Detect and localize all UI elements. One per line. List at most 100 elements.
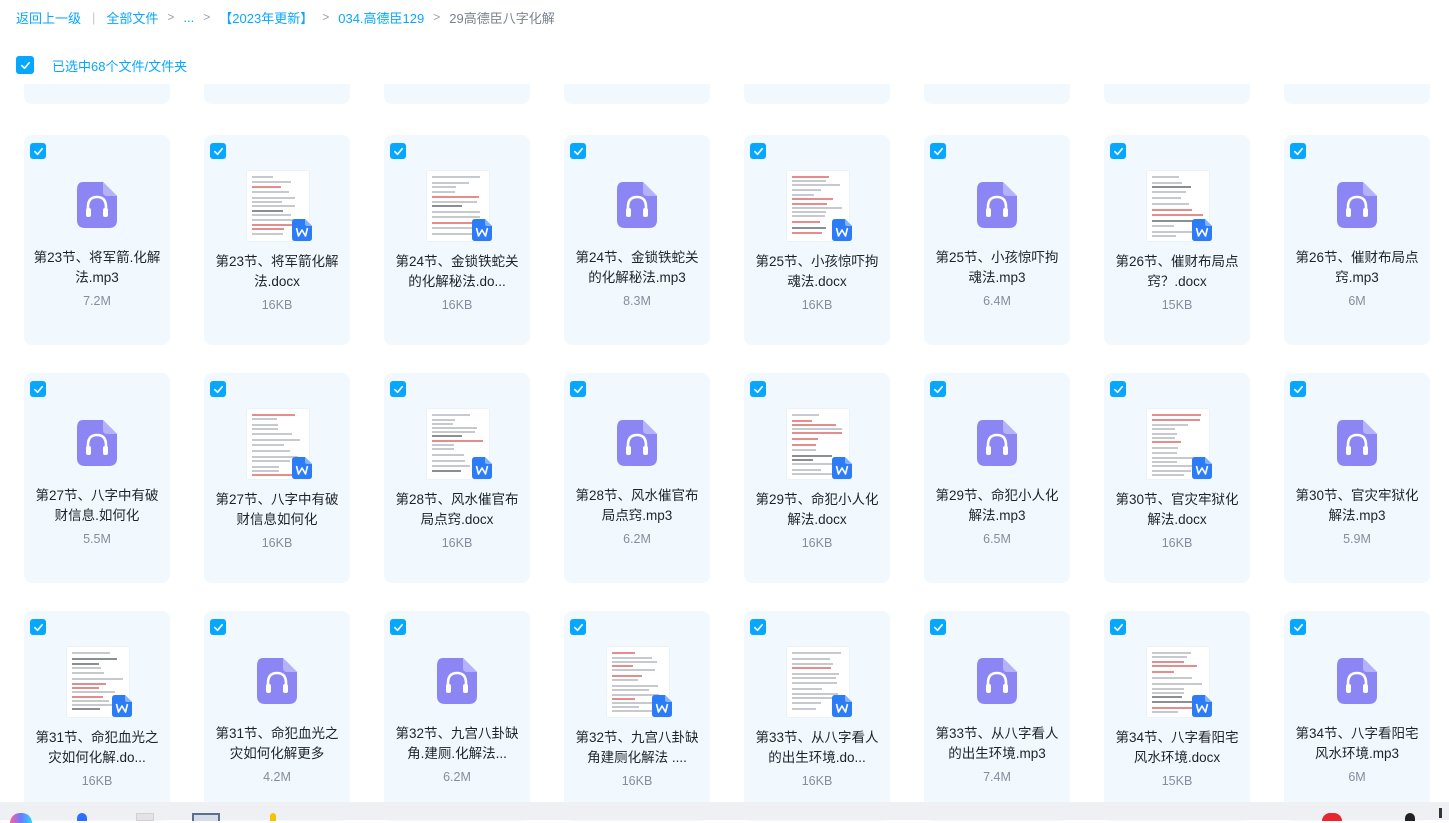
file-name[interactable]: 第34节、八字看阳宅风水环境.mp3 (1292, 724, 1422, 764)
file-card-partial[interactable] (384, 84, 530, 104)
breadcrumb-folder-2023[interactable]: 【2023年更新】 (219, 8, 313, 27)
copilot-icon[interactable] (10, 813, 32, 823)
file-checkbox[interactable] (570, 381, 586, 397)
file-card[interactable]: 第28节、风水催官布局点窍.mp3 6.2M (564, 373, 710, 583)
back-link[interactable]: 返回上一级 (16, 8, 81, 27)
file-checkbox[interactable] (930, 619, 946, 635)
file-name[interactable]: 第24节、金锁铁蛇关的化解秘法.do... (392, 252, 522, 292)
preview-line (252, 466, 279, 468)
file-card[interactable]: 第25节、小孩惊吓拘魂法.docx 16KB (744, 135, 890, 345)
breadcrumb-all-files[interactable]: 全部文件 (106, 8, 158, 27)
file-checkbox[interactable] (30, 143, 46, 159)
file-name[interactable]: 第23节、将军箭.化解法.mp3 (32, 248, 162, 288)
file-checkbox[interactable] (210, 143, 226, 159)
file-card[interactable]: 第29节、命犯小人化解法.docx 16KB (744, 373, 890, 583)
file-name[interactable]: 第29节、命犯小人化解法.mp3 (932, 486, 1062, 526)
preview-line (612, 661, 657, 663)
file-card[interactable]: 第32节、九宫八卦缺角建厕化解法 .... 16KB (564, 611, 710, 821)
file-name[interactable]: 第26节、催财布局点窍.mp3 (1292, 248, 1422, 288)
file-card[interactable]: 第33节、从八字看人的出生环境.mp3 7.4M (924, 611, 1070, 821)
file-card-partial[interactable] (1104, 84, 1250, 104)
file-checkbox[interactable] (1290, 381, 1306, 397)
file-card-partial[interactable] (24, 84, 170, 104)
file-card[interactable]: 第23节、将军箭.化解法.mp3 7.2M (24, 135, 170, 345)
file-name[interactable]: 第32节、九宫八卦缺角.建厕.化解法... (392, 724, 522, 764)
file-checkbox[interactable] (750, 619, 766, 635)
file-name[interactable]: 第34节、八字看阳宅风水环境.docx (1112, 728, 1242, 768)
file-card-partial[interactable] (564, 84, 710, 104)
file-checkbox[interactable] (750, 381, 766, 397)
file-checkbox[interactable] (390, 381, 406, 397)
file-name[interactable]: 第23节、将军箭化解法.docx (212, 252, 342, 292)
preview-line (432, 182, 469, 184)
file-card[interactable]: 第24节、金锁铁蛇关的化解秘法.do... 16KB (384, 135, 530, 345)
file-name[interactable]: 第31节、命犯血光之灾如何化解.do... (32, 728, 162, 768)
file-card[interactable]: 第27节、八字中有破财信息如何化 16KB (204, 373, 350, 583)
file-card[interactable]: 第30节、官灾牢狱化解法.mp3 5.9M (1284, 373, 1430, 583)
file-card[interactable]: 第34节、八字看阳宅风水环境.docx 15KB (1104, 611, 1250, 821)
file-checkbox[interactable] (570, 619, 586, 635)
file-card[interactable]: 第25节、小孩惊吓拘魂法.mp3 6.4M (924, 135, 1070, 345)
file-card[interactable]: 第32节、九宫八卦缺角.建厕.化解法... 6.2M (384, 611, 530, 821)
select-all-checkbox[interactable] (16, 56, 34, 74)
file-name[interactable]: 第28节、风水催官布局点窍.docx (392, 490, 522, 530)
file-checkbox[interactable] (210, 381, 226, 397)
file-card[interactable]: 第28节、风水催官布局点窍.docx 16KB (384, 373, 530, 583)
file-card[interactable]: 第30节、官灾牢狱化解法.docx 16KB (1104, 373, 1250, 583)
file-card[interactable]: 第29节、命犯小人化解法.mp3 6.5M (924, 373, 1070, 583)
preview-line (792, 221, 820, 223)
file-card-partial[interactable] (924, 84, 1070, 104)
file-checkbox[interactable] (1110, 381, 1126, 397)
file-name[interactable]: 第33节、从八字看人的出生环境.mp3 (932, 724, 1062, 764)
file-checkbox[interactable] (1290, 143, 1306, 159)
word-file-icon (292, 457, 312, 479)
breadcrumb-ellipsis[interactable]: ... (183, 10, 194, 25)
file-checkbox[interactable] (30, 619, 46, 635)
file-checkbox[interactable] (390, 143, 406, 159)
file-name[interactable]: 第26节、催财布局点窍？.docx (1112, 252, 1242, 292)
file-card-partial[interactable] (744, 84, 890, 104)
file-name[interactable]: 第27节、八字中有破财信息.如何化 (32, 486, 162, 526)
file-card[interactable]: 第26节、催财布局点窍.mp3 6M (1284, 135, 1430, 345)
file-checkbox[interactable] (930, 381, 946, 397)
file-checkbox[interactable] (30, 381, 46, 397)
file-card[interactable]: 第24节、金锁铁蛇关的化解秘法.mp3 8.3M (564, 135, 710, 345)
preview-line (432, 435, 462, 437)
file-checkbox[interactable] (930, 143, 946, 159)
preview-line (792, 414, 819, 416)
file-name[interactable]: 第31节、命犯血光之灾如何化解更多 (212, 724, 342, 764)
file-name[interactable]: 第28节、风水催官布局点窍.mp3 (572, 486, 702, 526)
file-checkbox[interactable] (570, 143, 586, 159)
audio-file-icon (1337, 420, 1377, 466)
file-card-partial[interactable] (1284, 84, 1430, 104)
file-name[interactable]: 第27节、八字中有破财信息如何化 (212, 490, 342, 530)
file-checkbox[interactable] (1110, 619, 1126, 635)
file-card[interactable]: 第34节、八字看阳宅风水环境.mp3 6M (1284, 611, 1430, 821)
file-card[interactable]: 第23节、将军箭化解法.docx 16KB (204, 135, 350, 345)
file-name[interactable]: 第33节、从八字看人的出生环境.do... (752, 728, 882, 768)
file-name[interactable]: 第32节、九宫八卦缺角建厕化解法 .... (572, 728, 702, 768)
file-name[interactable]: 第30节、官灾牢狱化解法.mp3 (1292, 486, 1422, 526)
file-checkbox[interactable] (210, 619, 226, 635)
file-name[interactable]: 第24节、金锁铁蛇关的化解秘法.mp3 (572, 248, 702, 288)
file-size: 6.2M (623, 532, 651, 546)
preview-line (792, 176, 829, 178)
file-name[interactable]: 第25节、小孩惊吓拘魂法.docx (752, 252, 882, 292)
file-checkbox[interactable] (1110, 143, 1126, 159)
preview-line (72, 663, 99, 665)
file-card-partial[interactable] (204, 84, 350, 104)
preview-line (1152, 235, 1176, 237)
file-card[interactable]: 第26节、催财布局点窍？.docx 15KB (1104, 135, 1250, 345)
file-checkbox[interactable] (390, 619, 406, 635)
file-checkbox[interactable] (750, 143, 766, 159)
file-card[interactable]: 第31节、命犯血光之灾如何化解.do... 16KB (24, 611, 170, 821)
file-name[interactable]: 第30节、官灾牢狱化解法.docx (1112, 490, 1242, 530)
file-card[interactable]: 第31节、命犯血光之灾如何化解更多 4.2M (204, 611, 350, 821)
file-name[interactable]: 第29节、命犯小人化解法.docx (752, 490, 882, 530)
breadcrumb-folder-034[interactable]: 034.高德臣129 (338, 8, 424, 27)
file-card[interactable]: 第33节、从八字看人的出生环境.do... 16KB (744, 611, 890, 821)
file-checkbox[interactable] (1290, 619, 1306, 635)
file-name[interactable]: 第25节、小孩惊吓拘魂法.mp3 (932, 248, 1062, 288)
file-card[interactable]: 第27节、八字中有破财信息.如何化 5.5M (24, 373, 170, 583)
preview-line (792, 673, 839, 675)
